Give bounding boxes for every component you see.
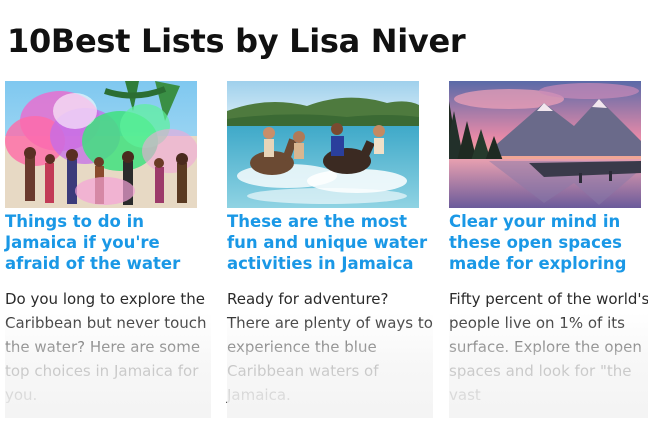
card-blurb: Fifty percent of the world's people live… (449, 290, 648, 404)
card-blurb: Do you long to explore the Caribbean but… (5, 290, 207, 404)
list-card[interactable]: Things to do in Jamaica if you're afraid… (5, 81, 211, 418)
card-blurb: Ready for adventure? There are plenty of… (227, 290, 433, 404)
card-thumbnail[interactable] (227, 81, 419, 208)
page-title: 10Best Lists by Lisa Niver (7, 22, 466, 60)
card-headline-link[interactable]: Things to do in Jamaica if you're afraid… (5, 211, 211, 274)
card-thumbnail[interactable] (449, 81, 641, 208)
horseback-swimming-photo (227, 81, 419, 208)
mountain-lake-sunset-photo (449, 81, 641, 208)
card-headline-link[interactable]: Clear your mind in these open spaces mad… (449, 211, 648, 274)
jamaica-color-run-photo (5, 81, 197, 208)
page: 10Best Lists by Lisa Niver Things to do … (0, 0, 648, 424)
card-headline-link[interactable]: These are the most fun and unique water … (227, 211, 433, 274)
card-thumbnail[interactable] (5, 81, 197, 208)
list-card[interactable]: These are the most fun and unique water … (227, 81, 433, 418)
list-card[interactable]: Clear your mind in these open spaces mad… (449, 81, 648, 418)
